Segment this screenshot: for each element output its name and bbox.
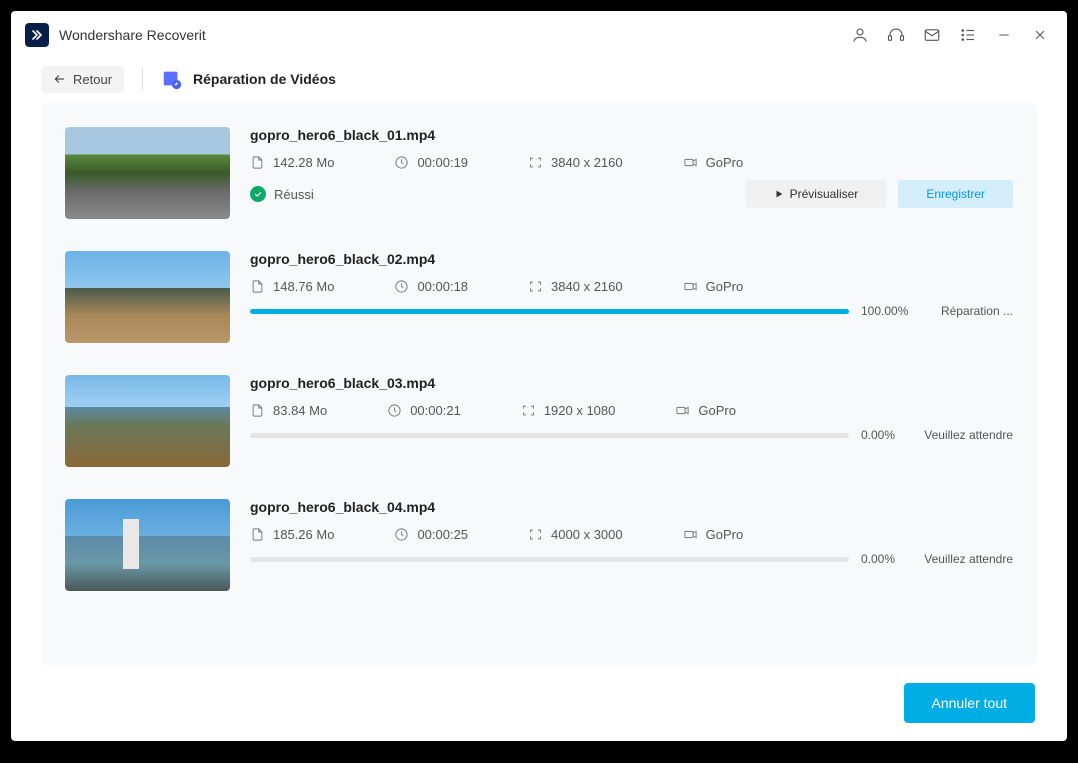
mail-icon[interactable] xyxy=(923,26,941,44)
titlebar: Wondershare Recoverit xyxy=(11,11,1067,55)
app-window: Wondershare Recoverit xyxy=(11,11,1067,741)
clock-icon xyxy=(394,279,409,294)
video-meta: 185.26 Mo 00:00:25 4000 x 3000 GoPro xyxy=(250,527,1013,542)
meta-device: GoPro xyxy=(683,279,744,294)
clock-icon xyxy=(394,527,409,542)
file-icon xyxy=(250,527,265,542)
video-meta: 83.84 Mo 00:00:21 1920 x 1080 GoPro xyxy=(250,403,1013,418)
meta-device: GoPro xyxy=(683,527,744,542)
separator xyxy=(142,68,143,90)
video-info: gopro_hero6_black_03.mp4 83.84 Mo 00:00:… xyxy=(250,375,1013,467)
video-list: gopro_hero6_black_01.mp4 142.28 Mo 00:00… xyxy=(41,103,1037,665)
progress-percent: 0.00% xyxy=(861,552,911,566)
video-filename: gopro_hero6_black_03.mp4 xyxy=(250,375,1013,391)
status-success: Réussi xyxy=(250,186,314,202)
section-title-label: Réparation de Vidéos xyxy=(193,71,336,87)
video-repair-icon xyxy=(161,68,183,90)
progress-row: 0.00% Veuillez attendre xyxy=(250,552,1013,566)
video-info: gopro_hero6_black_02.mp4 148.76 Mo 00:00… xyxy=(250,251,1013,343)
camera-icon xyxy=(683,155,698,170)
meta-duration: 00:00:19 xyxy=(394,155,468,170)
dimensions-icon xyxy=(528,279,543,294)
meta-size: 142.28 Mo xyxy=(250,155,334,170)
action-buttons: Prévisualiser Enregistrer xyxy=(746,180,1013,208)
status-label: Réussi xyxy=(274,187,314,202)
preview-button[interactable]: Prévisualiser xyxy=(746,180,887,208)
user-icon[interactable] xyxy=(851,26,869,44)
dimensions-icon xyxy=(528,527,543,542)
meta-resolution: 3840 x 2160 xyxy=(528,279,623,294)
video-row: gopro_hero6_black_03.mp4 83.84 Mo 00:00:… xyxy=(65,375,1013,499)
dimensions-icon xyxy=(528,155,543,170)
camera-icon xyxy=(683,527,698,542)
toolbar: Retour Réparation de Vidéos xyxy=(11,55,1067,103)
meta-device: GoPro xyxy=(675,403,736,418)
close-icon[interactable] xyxy=(1031,26,1049,44)
minimize-icon[interactable] xyxy=(995,26,1013,44)
progress-status-label: Veuillez attendre xyxy=(923,552,1013,566)
camera-icon xyxy=(683,279,698,294)
file-icon xyxy=(250,279,265,294)
progress-bar xyxy=(250,433,849,438)
progress-row: 100.00% Réparation ... xyxy=(250,304,1013,318)
video-row: gopro_hero6_black_01.mp4 142.28 Mo 00:00… xyxy=(65,127,1013,251)
progress-bar xyxy=(250,309,849,314)
meta-resolution: 1920 x 1080 xyxy=(521,403,616,418)
progress-row: 0.00% Veuillez attendre xyxy=(250,428,1013,442)
app-title: Wondershare Recoverit xyxy=(59,27,206,43)
clock-icon xyxy=(394,155,409,170)
video-row: gopro_hero6_black_04.mp4 185.26 Mo 00:00… xyxy=(65,499,1013,623)
progress-bar xyxy=(250,557,849,562)
meta-resolution: 4000 x 3000 xyxy=(528,527,623,542)
video-info: gopro_hero6_black_04.mp4 185.26 Mo 00:00… xyxy=(250,499,1013,591)
video-filename: gopro_hero6_black_02.mp4 xyxy=(250,251,1013,267)
meta-duration: 00:00:21 xyxy=(387,403,461,418)
file-icon xyxy=(250,155,265,170)
play-icon xyxy=(774,189,784,199)
video-meta: 142.28 Mo 00:00:19 3840 x 2160 GoPro xyxy=(250,155,1013,170)
video-filename: gopro_hero6_black_01.mp4 xyxy=(250,127,1013,143)
video-row: gopro_hero6_black_02.mp4 148.76 Mo 00:00… xyxy=(65,251,1013,375)
check-circle-icon xyxy=(250,186,266,202)
video-thumbnail[interactable] xyxy=(65,499,230,591)
meta-size: 83.84 Mo xyxy=(250,403,327,418)
progress-fill xyxy=(250,309,849,314)
progress-status-label: Réparation ... xyxy=(923,304,1013,318)
back-button[interactable]: Retour xyxy=(41,66,124,93)
dimensions-icon xyxy=(521,403,536,418)
progress-percent: 100.00% xyxy=(861,304,911,318)
video-thumbnail[interactable] xyxy=(65,251,230,343)
meta-size: 148.76 Mo xyxy=(250,279,334,294)
file-icon xyxy=(250,403,265,418)
clock-icon xyxy=(387,403,402,418)
video-meta: 148.76 Mo 00:00:18 3840 x 2160 GoPro xyxy=(250,279,1013,294)
cancel-all-button[interactable]: Annuler tout xyxy=(904,683,1036,723)
support-headset-icon[interactable] xyxy=(887,26,905,44)
titlebar-left: Wondershare Recoverit xyxy=(25,23,206,47)
meta-device: GoPro xyxy=(683,155,744,170)
video-thumbnail[interactable] xyxy=(65,375,230,467)
list-icon[interactable] xyxy=(959,26,977,44)
back-button-label: Retour xyxy=(73,72,112,87)
progress-percent: 0.00% xyxy=(861,428,911,442)
save-button[interactable]: Enregistrer xyxy=(898,180,1013,208)
footer: Annuler tout xyxy=(11,665,1067,741)
titlebar-right xyxy=(851,26,1049,44)
video-info: gopro_hero6_black_01.mp4 142.28 Mo 00:00… xyxy=(250,127,1013,219)
video-thumbnail[interactable] xyxy=(65,127,230,219)
meta-duration: 00:00:25 xyxy=(394,527,468,542)
meta-resolution: 3840 x 2160 xyxy=(528,155,623,170)
meta-size: 185.26 Mo xyxy=(250,527,334,542)
meta-duration: 00:00:18 xyxy=(394,279,468,294)
video-filename: gopro_hero6_black_04.mp4 xyxy=(250,499,1013,515)
app-logo-icon xyxy=(25,23,49,47)
status-row: Réussi Prévisualiser Enregistrer xyxy=(250,180,1013,208)
camera-icon xyxy=(675,403,690,418)
section-title: Réparation de Vidéos xyxy=(161,68,336,90)
progress-status-label: Veuillez attendre xyxy=(923,428,1013,442)
